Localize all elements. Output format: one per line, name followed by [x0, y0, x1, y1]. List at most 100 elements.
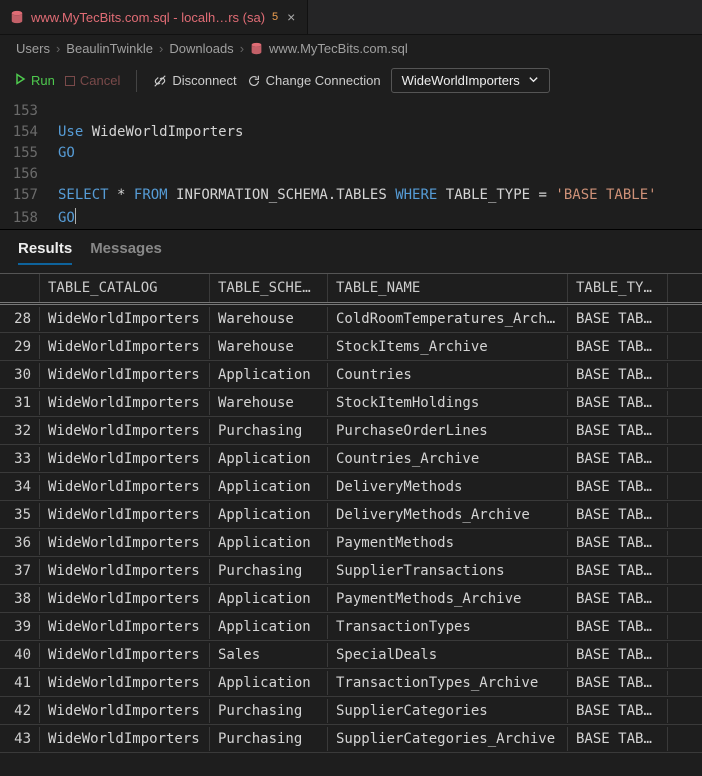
cell-name[interactable]: Countries [328, 363, 568, 387]
cell-name[interactable]: PaymentMethods_Archive [328, 587, 568, 611]
code-editor[interactable]: 153154Use WideWorldImporters155GO156157S… [0, 103, 702, 229]
cell-type[interactable]: BASE TABLE [568, 643, 668, 667]
cell-schema[interactable]: Purchasing [210, 559, 328, 583]
cell-rownum[interactable]: 29 [0, 335, 40, 359]
cell-catalog[interactable]: WideWorldImporters [40, 671, 210, 695]
cell-catalog[interactable]: WideWorldImporters [40, 503, 210, 527]
cell-catalog[interactable]: WideWorldImporters [40, 307, 210, 331]
table-row[interactable]: 39WideWorldImportersApplicationTransacti… [0, 613, 702, 641]
cell-type[interactable]: BASE TABLE [568, 531, 668, 555]
code-line[interactable]: 153 [0, 103, 702, 124]
cell-schema[interactable]: Application [210, 587, 328, 611]
cell-type[interactable]: BASE TABLE [568, 335, 668, 359]
cell-catalog[interactable]: WideWorldImporters [40, 363, 210, 387]
cell-rownum[interactable]: 39 [0, 615, 40, 639]
cell-catalog[interactable]: WideWorldImporters [40, 335, 210, 359]
table-row[interactable]: 38WideWorldImportersApplicationPaymentMe… [0, 585, 702, 613]
cell-name[interactable]: SupplierTransactions [328, 559, 568, 583]
cell-rownum[interactable]: 28 [0, 307, 40, 331]
cell-schema[interactable]: Application [210, 671, 328, 695]
run-button[interactable]: Run [14, 73, 55, 88]
cell-catalog[interactable]: WideWorldImporters [40, 391, 210, 415]
cell-name[interactable]: PurchaseOrderLines [328, 419, 568, 443]
database-selector[interactable]: WideWorldImporters [391, 68, 550, 93]
cell-rownum[interactable]: 42 [0, 699, 40, 723]
cell-type[interactable]: BASE TABLE [568, 559, 668, 583]
cell-name[interactable]: StockItemHoldings [328, 391, 568, 415]
col-type[interactable]: TABLE_TYPE [568, 274, 668, 302]
crumb[interactable]: Users [16, 41, 50, 56]
cell-name[interactable]: SupplierCategories_Archive [328, 727, 568, 751]
cell-type[interactable]: BASE TABLE [568, 615, 668, 639]
crumb[interactable]: www.MyTecBits.com.sql [269, 41, 408, 56]
cell-name[interactable]: DeliveryMethods [328, 475, 568, 499]
cell-rownum[interactable]: 38 [0, 587, 40, 611]
cell-catalog[interactable]: WideWorldImporters [40, 447, 210, 471]
cell-type[interactable]: BASE TABLE [568, 503, 668, 527]
cell-schema[interactable]: Purchasing [210, 699, 328, 723]
cell-type[interactable]: BASE TABLE [568, 671, 668, 695]
col-catalog[interactable]: TABLE_CATALOG [40, 274, 210, 302]
cell-rownum[interactable]: 32 [0, 419, 40, 443]
editor-tab[interactable]: www.MyTecBits.com.sql - localh…rs (sa) 5… [0, 0, 308, 34]
col-name[interactable]: TABLE_NAME [328, 274, 568, 302]
table-row[interactable]: 32WideWorldImportersPurchasingPurchaseOr… [0, 417, 702, 445]
cell-schema[interactable]: Application [210, 363, 328, 387]
cell-schema[interactable]: Warehouse [210, 307, 328, 331]
cell-rownum[interactable]: 41 [0, 671, 40, 695]
table-row[interactable]: 28WideWorldImportersWarehouseColdRoomTem… [0, 305, 702, 333]
cell-catalog[interactable]: WideWorldImporters [40, 643, 210, 667]
cell-catalog[interactable]: WideWorldImporters [40, 615, 210, 639]
cell-name[interactable]: Countries_Archive [328, 447, 568, 471]
cell-schema[interactable]: Purchasing [210, 727, 328, 751]
cell-catalog[interactable]: WideWorldImporters [40, 727, 210, 751]
cell-rownum[interactable]: 37 [0, 559, 40, 583]
cell-rownum[interactable]: 33 [0, 447, 40, 471]
table-row[interactable]: 36WideWorldImportersApplicationPaymentMe… [0, 529, 702, 557]
cell-schema[interactable]: Application [210, 447, 328, 471]
cell-name[interactable]: TransactionTypes_Archive [328, 671, 568, 695]
cell-name[interactable]: PaymentMethods [328, 531, 568, 555]
code-line[interactable]: 157SELECT * FROM INFORMATION_SCHEMA.TABL… [0, 187, 702, 208]
table-row[interactable]: 35WideWorldImportersApplicationDeliveryM… [0, 501, 702, 529]
cell-type[interactable]: BASE TABLE [568, 587, 668, 611]
cell-schema[interactable]: Application [210, 615, 328, 639]
table-row[interactable]: 34WideWorldImportersApplicationDeliveryM… [0, 473, 702, 501]
table-row[interactable]: 42WideWorldImportersPurchasingSupplierCa… [0, 697, 702, 725]
code-line[interactable]: 154Use WideWorldImporters [0, 124, 702, 145]
cell-catalog[interactable]: WideWorldImporters [40, 531, 210, 555]
cell-catalog[interactable]: WideWorldImporters [40, 419, 210, 443]
cell-name[interactable]: SupplierCategories [328, 699, 568, 723]
cell-schema[interactable]: Application [210, 475, 328, 499]
disconnect-button[interactable]: Disconnect [153, 73, 236, 88]
cell-schema[interactable]: Warehouse [210, 335, 328, 359]
cell-rownum[interactable]: 30 [0, 363, 40, 387]
close-icon[interactable]: × [285, 9, 297, 25]
cell-name[interactable]: DeliveryMethods_Archive [328, 503, 568, 527]
crumb[interactable]: BeaulinTwinkle [66, 41, 153, 56]
tab-results[interactable]: Results [18, 240, 72, 265]
code-line[interactable]: 158GO [0, 208, 702, 229]
cell-catalog[interactable]: WideWorldImporters [40, 587, 210, 611]
cell-name[interactable]: SpecialDeals [328, 643, 568, 667]
cell-schema[interactable]: Application [210, 503, 328, 527]
cell-type[interactable]: BASE TABLE [568, 447, 668, 471]
cell-name[interactable]: StockItems_Archive [328, 335, 568, 359]
cell-catalog[interactable]: WideWorldImporters [40, 559, 210, 583]
table-row[interactable]: 31WideWorldImportersWarehouseStockItemHo… [0, 389, 702, 417]
cell-rownum[interactable]: 40 [0, 643, 40, 667]
cell-name[interactable]: ColdRoomTemperatures_Arch… [328, 307, 568, 331]
cell-type[interactable]: BASE TABLE [568, 419, 668, 443]
cell-type[interactable]: BASE TABLE [568, 307, 668, 331]
col-rownum[interactable] [0, 274, 40, 302]
cell-schema[interactable]: Warehouse [210, 391, 328, 415]
cell-rownum[interactable]: 43 [0, 727, 40, 751]
cell-rownum[interactable]: 35 [0, 503, 40, 527]
cell-type[interactable]: BASE TABLE [568, 727, 668, 751]
cancel-button[interactable]: Cancel [65, 73, 120, 88]
cell-name[interactable]: TransactionTypes [328, 615, 568, 639]
cell-schema[interactable]: Sales [210, 643, 328, 667]
cell-rownum[interactable]: 31 [0, 391, 40, 415]
cell-type[interactable]: BASE TABLE [568, 391, 668, 415]
crumb[interactable]: Downloads [169, 41, 233, 56]
